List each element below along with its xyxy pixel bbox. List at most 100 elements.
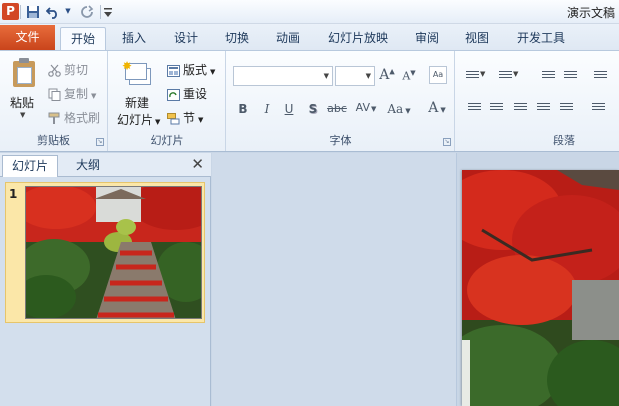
ribbon-tabs: 文件 开始 插入 设计 切换 动画 幻灯片放映 审阅 视图 开发工具 [0,24,619,51]
title-bar: P ▼ 演示文稿 [0,0,619,24]
cut-label: 剪切 [64,63,89,77]
clipboard-group-label: 剪贴板 [37,134,70,147]
undo-icon[interactable] [46,3,62,20]
new-slide-button[interactable]: 新建 [125,94,149,111]
group-font: ▼ ▼ A▲ A▼ Aa B I U S abc AV▼ Aa ▼ A ▼ 字体 ↘ [227,51,455,151]
grow-font-label: A [379,67,390,83]
slides-group-label: 幻灯片 [150,134,184,147]
char-spacing-button[interactable]: AV▼ [351,101,381,114]
layout-icon [167,64,180,77]
reset-icon [167,88,180,101]
numbering-dropdown-icon[interactable]: ▼ [513,70,518,78]
numbering-icon[interactable] [499,71,512,82]
slide-number: 1 [9,187,18,201]
undo-dropdown-icon[interactable]: ▼ [64,3,72,20]
change-case-label: Aa [387,102,404,116]
font-color-label: A [428,100,439,116]
bold-button[interactable]: B [235,102,251,116]
tab-insert[interactable]: 插入 [113,27,155,50]
cut-button[interactable]: 剪切 [48,61,88,78]
align-left-icon[interactable] [468,103,481,114]
save-icon[interactable] [26,3,42,20]
new-slide-dropdown[interactable]: 幻灯片 ▼ [117,111,160,128]
layout-label: 版式 [183,63,208,77]
tab-slideshow[interactable]: 幻灯片放映 [322,27,394,50]
font-size-select[interactable]: ▼ [335,66,375,86]
font-color-button[interactable]: A ▼ [423,100,451,116]
italic-button[interactable]: I [259,102,275,116]
reset-label: 重设 [183,87,208,101]
bullets-dropdown-icon[interactable]: ▼ [480,70,485,78]
text-shadow-button[interactable]: S [305,102,321,116]
group-paragraph: ▼ ▼ 段落 [456,51,619,151]
decrease-indent-icon[interactable] [542,71,555,82]
group-slides: ✸ 新建 幻灯片 ▼ 版式 ▼ 重设 节 ▼ 幻灯片 [109,51,226,151]
paste-dropdown-icon[interactable]: ▼ [20,111,25,119]
tab-animations[interactable]: 动画 [267,27,309,50]
columns-icon[interactable] [592,103,605,114]
customize-qat-icon[interactable] [104,3,114,20]
tab-outline[interactable]: 大纲 [62,155,114,177]
slide-editing-area[interactable] [212,153,619,406]
tab-transitions[interactable]: 切换 [216,27,258,50]
group-clipboard: 粘贴 ▼ 剪切 复制 ▼ 格式刷 剪贴板 ↘ [0,51,108,151]
new-slide-icon[interactable]: ✸ [122,59,155,87]
font-name-select[interactable]: ▼ [233,66,333,86]
font-name-dropdown-icon: ▼ [323,72,329,80]
align-right-icon[interactable] [514,103,527,114]
shrink-font-button[interactable]: A▼ [401,69,417,83]
paragraph-group-label: 段落 [553,134,575,147]
font-size-dropdown-icon: ▼ [365,72,371,80]
font-launcher-icon[interactable]: ↘ [443,138,451,146]
qat-separator [20,5,21,19]
close-pane-icon[interactable]: ✕ [191,155,204,173]
section-icon [167,112,180,124]
justify-icon[interactable] [537,103,550,114]
slide-thumbnail-image[interactable] [25,186,202,319]
redo-icon[interactable] [80,3,96,20]
bullets-icon[interactable] [466,71,479,82]
copy-icon [48,88,61,101]
change-case-button[interactable]: Aa ▼ [384,102,414,116]
clear-formatting-icon[interactable]: Aa [429,66,447,84]
paintbrush-icon [48,112,60,124]
tab-slides[interactable]: 幻灯片 [2,155,58,177]
align-center-icon[interactable] [490,103,503,114]
copy-button[interactable]: 复制 ▼ [48,85,96,102]
paste-icon[interactable] [13,57,37,89]
grow-font-button[interactable]: A▲ [379,67,395,83]
window-title: 演示文稿 [566,6,615,20]
tab-design[interactable]: 设计 [165,27,207,50]
tab-home[interactable]: 开始 [60,27,106,51]
slide-thumbnail-selected[interactable] [5,182,205,323]
current-slide-image[interactable] [462,170,619,406]
scissors-icon [48,64,61,77]
copy-label: 复制 [64,87,89,101]
pane-tabs: 幻灯片 大纲 ✕ [0,153,211,177]
canvas-gutter [212,153,457,406]
increase-indent-icon[interactable] [564,71,577,82]
line-spacing-icon[interactable] [594,71,607,82]
tab-review[interactable]: 审阅 [406,27,448,50]
format-painter-label: 格式刷 [64,111,101,125]
section-button[interactable]: 节 ▼ [167,109,203,126]
tab-file[interactable]: 文件 [0,25,55,50]
tab-developer[interactable]: 开发工具 [510,27,572,50]
ribbon: 粘贴 ▼ 剪切 复制 ▼ 格式刷 剪贴板 ↘ ✸ 新建 幻灯片 ▼ 版式 ▼ 重设 节… [0,50,619,152]
paste-button[interactable]: 粘贴 [10,94,34,111]
qat-separator-2 [100,5,101,19]
underline-button[interactable]: U [281,102,297,116]
new-slide-label-2: 幻灯片 [117,113,154,127]
slides-pane: 幻灯片 大纲 ✕ 1 [0,153,211,406]
clipboard-launcher-icon[interactable]: ↘ [96,138,104,146]
section-label: 节 [183,111,196,125]
layout-button[interactable]: 版式 ▼ [167,61,215,78]
format-painter-button[interactable]: 格式刷 [48,109,100,126]
font-group-label: 字体 [329,134,352,147]
powerpoint-icon[interactable]: P [2,3,19,20]
tab-view[interactable]: 视图 [456,27,498,50]
reset-button[interactable]: 重设 [167,85,207,102]
strikethrough-button[interactable]: abc [326,102,348,115]
distributed-icon[interactable] [560,103,573,114]
char-spacing-label: AV [355,101,370,114]
